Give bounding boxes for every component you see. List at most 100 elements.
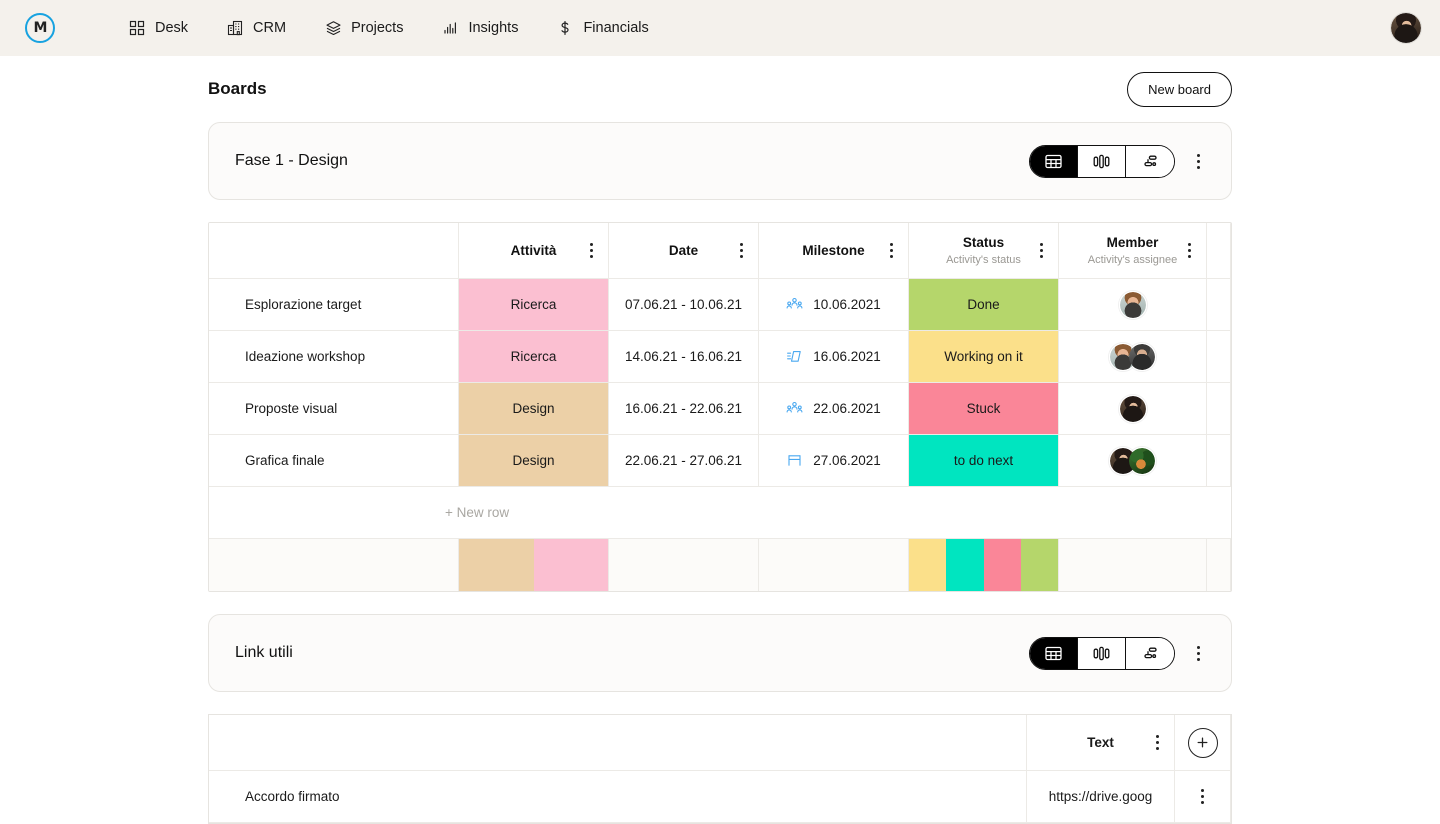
view-kanban-button[interactable] (1078, 638, 1126, 669)
row-status-cell[interactable]: Done (909, 279, 1059, 331)
row-overflow-cell (1207, 279, 1231, 331)
column-title: Date (669, 243, 698, 259)
nav-item-projects[interactable]: Projects (324, 19, 403, 37)
view-table-button[interactable] (1030, 638, 1078, 669)
row-status-cell[interactable]: Stuck (909, 383, 1059, 435)
status-badge: Stuck (909, 383, 1058, 434)
row-name-cell[interactable]: Ideazione workshop (209, 331, 459, 383)
summary-blank (209, 539, 459, 591)
building-icon (226, 19, 244, 37)
column-subtitle: Activity's assignee (1088, 254, 1178, 266)
board-more-menu-button[interactable] (1187, 640, 1209, 666)
row-date-cell[interactable]: 22.06.21 - 27.06.21 (609, 435, 759, 487)
nav-item-label: CRM (253, 20, 286, 36)
summary-segment (946, 539, 983, 591)
view-timeline-button[interactable] (1126, 146, 1174, 177)
column-header-status[interactable]: Status Activity's status (909, 223, 1059, 279)
plus-circle-icon[interactable] (1188, 728, 1218, 758)
board-title: Link utili (235, 644, 293, 662)
column-title: Text (1087, 735, 1114, 750)
avatar-image (1391, 13, 1421, 43)
row-attivita-cell[interactable]: Ricerca (459, 331, 609, 383)
row-overflow-cell (1207, 435, 1231, 487)
swipe-card-icon (786, 348, 803, 365)
view-timeline-button[interactable] (1126, 638, 1174, 669)
member-avatars (1119, 395, 1147, 423)
column-header-milestone[interactable]: Milestone (759, 223, 909, 279)
status-badge: to do next (909, 435, 1058, 486)
table-body: Esplorazione target Ricerca 07.06.21 - 1… (209, 279, 1231, 487)
row-name-cell[interactable]: Grafica finale (209, 435, 459, 487)
nav-item-crm[interactable]: CRM (226, 19, 286, 37)
row-date-cell[interactable]: 16.06.21 - 22.06.21 (609, 383, 759, 435)
table-row[interactable]: Ideazione workshop Ricerca 14.06.21 - 16… (209, 331, 1231, 383)
table-header-row: Attività Date Milestone Status Activity'… (209, 223, 1231, 279)
board-more-menu-button[interactable] (1187, 148, 1209, 174)
row-member-cell[interactable] (1059, 435, 1207, 487)
row-date-cell[interactable]: 07.06.21 - 10.06.21 (609, 279, 759, 331)
top-navigation-bar: M Desk CRM (0, 0, 1440, 56)
app-logo[interactable]: M (24, 12, 56, 44)
row-status-cell[interactable]: Working on it (909, 331, 1059, 383)
logo-mark: M (25, 13, 55, 43)
table-row[interactable]: Proposte visual Design 16.06.21 - 22.06.… (209, 383, 1231, 435)
row-attivita-cell[interactable]: Design (459, 383, 609, 435)
user-avatar[interactable] (1390, 12, 1422, 44)
column-header-blank (209, 223, 459, 279)
row-attivita-cell[interactable]: Ricerca (459, 279, 609, 331)
board-actions (1029, 637, 1209, 670)
column-menu-button[interactable] (730, 238, 752, 264)
row-milestone-cell[interactable]: 22.06.2021 (759, 383, 909, 435)
row-name-cell[interactable]: Esplorazione target (209, 279, 459, 331)
row-member-cell[interactable] (1059, 383, 1207, 435)
column-menu-button[interactable] (1178, 238, 1200, 264)
links-table-row[interactable]: Accordo firmato https://drive.goog (209, 771, 1231, 823)
link-name-cell[interactable]: Accordo firmato (209, 771, 1027, 823)
nav-item-desk[interactable]: Desk (128, 19, 188, 37)
row-milestone-cell[interactable]: 27.06.2021 (759, 435, 909, 487)
row-milestone-cell[interactable]: 16.06.2021 (759, 331, 909, 383)
summary-status-bar (909, 539, 1059, 591)
nav-item-financials[interactable]: Financials (556, 19, 648, 37)
summary-segment (1021, 539, 1058, 591)
nav-item-insights[interactable]: Insights (441, 19, 518, 37)
column-header-member[interactable]: Member Activity's assignee (1059, 223, 1207, 279)
row-status-cell[interactable]: to do next (909, 435, 1059, 487)
row-member-cell[interactable] (1059, 279, 1207, 331)
column-header-date[interactable]: Date (609, 223, 759, 279)
column-menu-button[interactable] (1146, 730, 1168, 756)
page-header: Boards New board (0, 56, 1440, 122)
row-more-menu-button[interactable] (1192, 784, 1214, 810)
milestone-date: 27.06.2021 (813, 453, 881, 468)
links-column-header-text[interactable]: Text (1027, 715, 1175, 771)
view-kanban-button[interactable] (1078, 146, 1126, 177)
view-switcher (1029, 145, 1175, 178)
row-name-cell[interactable]: Proposte visual (209, 383, 459, 435)
new-board-button[interactable]: New board (1127, 72, 1232, 107)
attivita-tag: Design (459, 383, 608, 434)
member-avatars (1109, 447, 1156, 475)
add-new-row-button[interactable]: + New row (209, 487, 1231, 539)
view-table-button[interactable] (1030, 146, 1078, 177)
link-url-cell[interactable]: https://drive.goog (1027, 771, 1175, 823)
column-menu-button[interactable] (1030, 238, 1052, 264)
row-member-cell[interactable] (1059, 331, 1207, 383)
row-date-cell[interactable]: 14.06.21 - 16.06.21 (609, 331, 759, 383)
column-menu-button[interactable] (580, 238, 602, 264)
board-grid-table: Attività Date Milestone Status Activity'… (208, 222, 1232, 592)
member-avatars (1109, 343, 1156, 371)
avatar (1119, 395, 1147, 423)
table-flag-icon (786, 452, 803, 469)
table-row[interactable]: Grafica finale Design 22.06.21 - 27.06.2… (209, 435, 1231, 487)
column-menu-button[interactable] (880, 238, 902, 264)
people-group-icon (786, 296, 803, 313)
column-header-attivita[interactable]: Attività (459, 223, 609, 279)
links-column-header-blank (209, 715, 1027, 771)
milestone-date: 22.06.2021 (813, 401, 881, 416)
links-grid-table: Text Accordo firmato https://drive.goog (208, 714, 1232, 824)
row-milestone-cell[interactable]: 10.06.2021 (759, 279, 909, 331)
view-switcher (1029, 637, 1175, 670)
row-attivita-cell[interactable]: Design (459, 435, 609, 487)
grid-squares-icon (128, 19, 146, 37)
table-row[interactable]: Esplorazione target Ricerca 07.06.21 - 1… (209, 279, 1231, 331)
